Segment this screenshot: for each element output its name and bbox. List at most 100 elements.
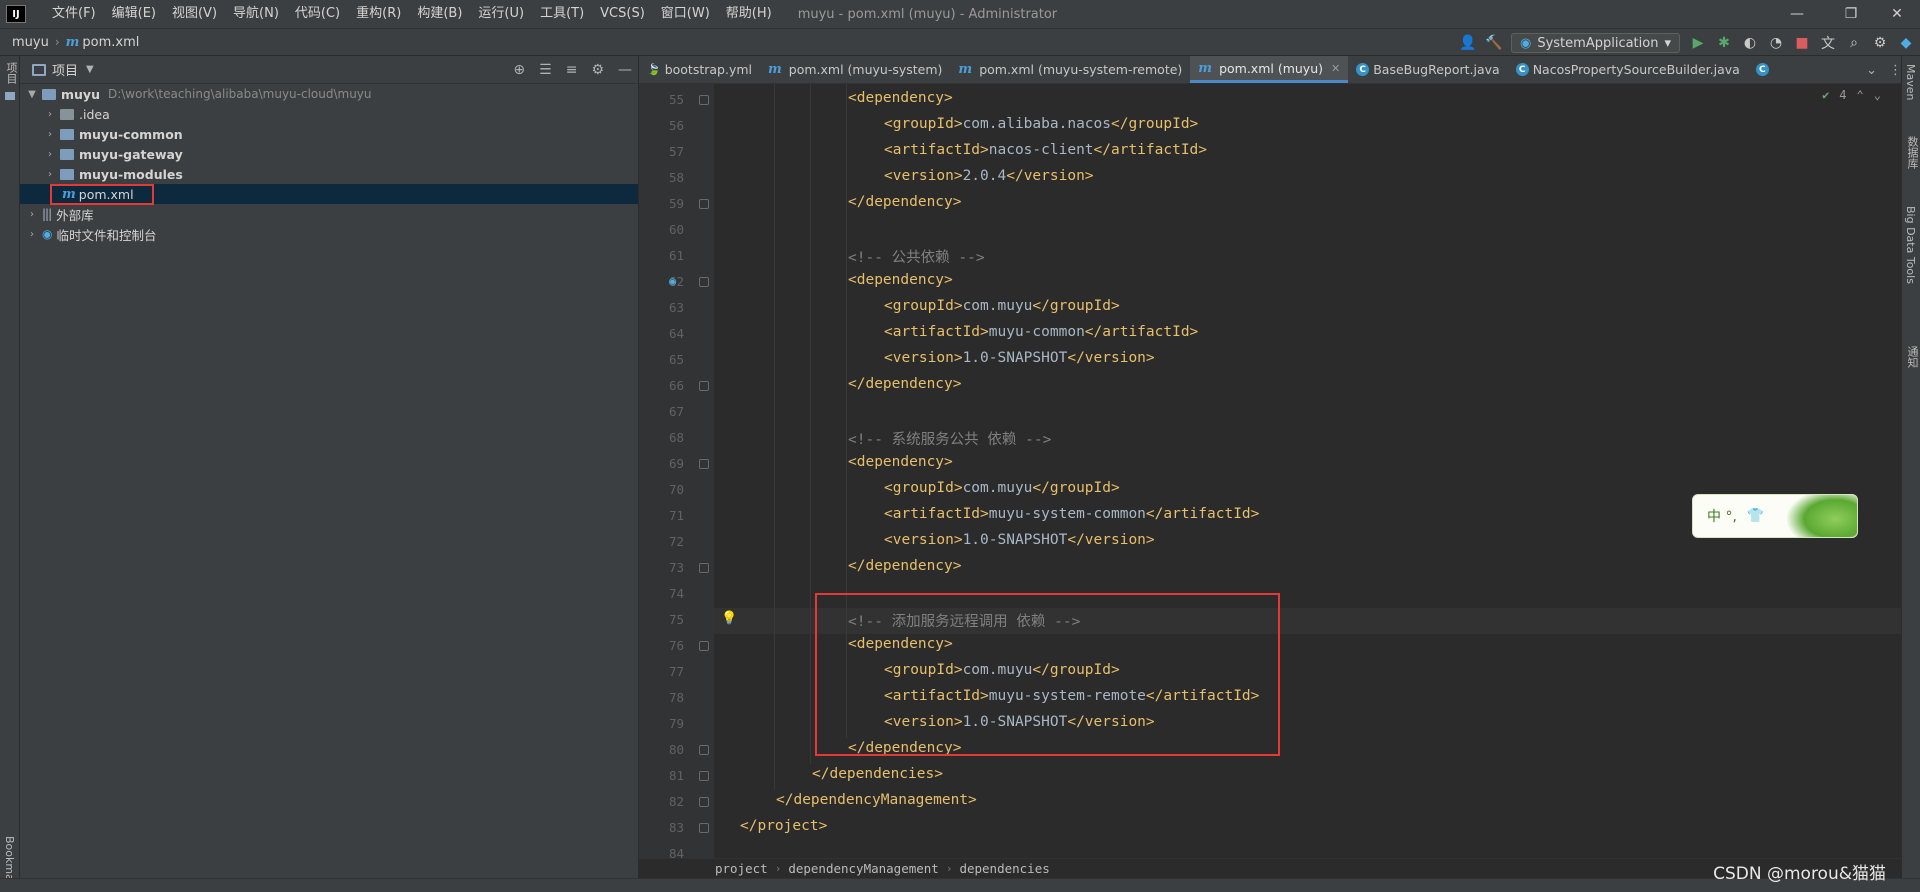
line-number[interactable]: 79 bbox=[639, 716, 684, 731]
intellij-logo-icon[interactable]: IJ bbox=[6, 5, 26, 23]
editor-gutter[interactable]: 55 56 57 58 59 60 61 62 ◉ 63 64 65 66 67 68 69 70 71 72 73 7… bbox=[639, 84, 714, 858]
translate-icon[interactable]: 文 bbox=[1820, 33, 1836, 53]
line-number[interactable]: 59 bbox=[639, 196, 684, 211]
line-number[interactable]: 55 bbox=[639, 92, 684, 107]
line-number[interactable]: 63 bbox=[639, 300, 684, 315]
run-configuration-select[interactable]: ◉ SystemApplication ▾ bbox=[1511, 33, 1680, 53]
code-line[interactable]: <dependency> bbox=[848, 454, 953, 470]
line-number[interactable]: 58 bbox=[639, 170, 684, 185]
chevron-up-icon[interactable]: ⌃ bbox=[1857, 88, 1864, 102]
breadcrumb-project[interactable]: project bbox=[715, 861, 768, 876]
notifications-tool-button[interactable]: 通知 bbox=[1904, 346, 1920, 368]
menu-item[interactable]: 工具(T) bbox=[532, 0, 592, 28]
line-number[interactable]: 69 bbox=[639, 456, 684, 471]
code-line[interactable]: <artifactId>muyu-system-common</artifact… bbox=[884, 506, 1259, 522]
code-line[interactable]: </dependency> bbox=[848, 376, 962, 392]
close-tab-icon[interactable]: ✕ bbox=[1331, 62, 1340, 75]
menu-item[interactable]: 编辑(E) bbox=[104, 0, 164, 28]
fold-marker-icon[interactable] bbox=[699, 797, 709, 807]
tab-basebugreport-java[interactable]: C BaseBugReport.java bbox=[1348, 56, 1507, 83]
user-icon[interactable]: 👤 bbox=[1459, 35, 1476, 51]
tab-overflow[interactable]: C bbox=[1748, 56, 1777, 83]
tab-bootstrap-yml[interactable]: 🍃 bootstrap.yml bbox=[639, 56, 760, 83]
fold-marker-icon[interactable] bbox=[699, 641, 709, 651]
code-line[interactable]: <!-- 系统服务公共 依赖 --> bbox=[848, 428, 1051, 449]
tree-item-scratches[interactable]: › ◉ 临时文件和控制台 bbox=[20, 224, 638, 244]
fold-marker-icon[interactable] bbox=[699, 823, 709, 833]
nav-file[interactable]: pom.xml bbox=[82, 35, 139, 50]
code-line[interactable]: <artifactId>muyu-common</artifactId> bbox=[884, 324, 1198, 340]
code-line[interactable]: <groupId>com.muyu</groupId> bbox=[884, 480, 1120, 496]
tab-pom-muyu-system-remote[interactable]: m pom.xml (muyu-system-remote) bbox=[950, 56, 1190, 83]
code-line[interactable]: <dependency> bbox=[848, 90, 953, 106]
code-line[interactable]: <!-- 公共依赖 --> bbox=[848, 246, 985, 267]
line-number[interactable]: 71 bbox=[639, 508, 684, 523]
line-number[interactable]: 67 bbox=[639, 404, 684, 419]
fold-marker-icon[interactable] bbox=[699, 95, 709, 105]
line-number[interactable]: 60 bbox=[639, 222, 684, 237]
tree-item-muyu-gateway[interactable]: › muyu-gateway bbox=[20, 144, 638, 164]
lightbulb-icon[interactable]: 💡 bbox=[721, 611, 737, 626]
line-number[interactable]: 57 bbox=[639, 144, 684, 159]
expand-all-icon[interactable]: ☰ bbox=[539, 62, 552, 78]
close-window-button[interactable]: ✕ bbox=[1874, 0, 1920, 28]
stop-icon[interactable]: ■ bbox=[1794, 35, 1810, 51]
collapsed-arrow-icon[interactable]: › bbox=[44, 129, 56, 140]
line-number[interactable]: 72 bbox=[639, 534, 684, 549]
menu-item[interactable]: 运行(U) bbox=[470, 0, 532, 28]
gear-icon[interactable]: ⚙ bbox=[591, 62, 604, 78]
line-number[interactable]: 73 bbox=[639, 560, 684, 575]
nav-project[interactable]: muyu bbox=[12, 35, 49, 50]
debug-icon[interactable]: ✱ bbox=[1716, 35, 1732, 51]
project-view-title[interactable]: 项目 bbox=[52, 60, 78, 79]
code-line[interactable]: <groupId>com.muyu</groupId> bbox=[884, 298, 1120, 314]
line-number[interactable]: 68 bbox=[639, 430, 684, 445]
code-line[interactable]: <artifactId>nacos-client</artifactId> bbox=[884, 142, 1207, 158]
line-number[interactable]: 61 bbox=[639, 248, 684, 263]
run-icon[interactable]: ▶ bbox=[1690, 35, 1706, 51]
tab-pom-muyu[interactable]: m pom.xml (muyu) ✕ bbox=[1190, 56, 1349, 83]
code-line[interactable]: <version>1.0-SNAPSHOT</version> bbox=[884, 350, 1155, 366]
line-number[interactable]: 66 bbox=[639, 378, 684, 393]
hide-panel-icon[interactable]: — bbox=[618, 62, 632, 78]
code-line[interactable]: <dependency> bbox=[848, 272, 953, 288]
menu-item[interactable]: 导航(N) bbox=[225, 0, 287, 28]
build-hammer-icon[interactable]: 🔨 bbox=[1485, 35, 1502, 51]
collapsed-arrow-icon[interactable]: › bbox=[44, 169, 56, 180]
menu-item[interactable]: VCS(S) bbox=[592, 0, 653, 28]
breadcrumb-dependencies[interactable]: dependencies bbox=[959, 861, 1049, 876]
tab-nacospropertysourcebuilder-java[interactable]: C NacosPropertySourceBuilder.java bbox=[1508, 56, 1748, 83]
line-number[interactable]: 82 bbox=[639, 794, 684, 809]
line-number[interactable]: 84 bbox=[639, 846, 684, 858]
line-number[interactable]: 56 bbox=[639, 118, 684, 133]
line-number[interactable]: 70 bbox=[639, 482, 684, 497]
menu-item[interactable]: 代码(C) bbox=[287, 0, 348, 28]
code-line[interactable]: <version>2.0.4</version> bbox=[884, 168, 1094, 184]
line-number[interactable]: 80 bbox=[639, 742, 684, 757]
line-number[interactable]: 83 bbox=[639, 820, 684, 835]
fold-marker-icon[interactable] bbox=[699, 381, 709, 391]
code-line[interactable]: </project> bbox=[740, 818, 827, 834]
line-number[interactable]: 81 bbox=[639, 768, 684, 783]
fold-marker-icon[interactable] bbox=[699, 771, 709, 781]
menu-item[interactable]: 帮助(H) bbox=[718, 0, 780, 28]
menu-item[interactable]: 窗口(W) bbox=[653, 0, 718, 28]
maven-tool-button[interactable]: Maven bbox=[1904, 64, 1917, 100]
inspection-widget[interactable]: ✔ 4 ⌃ ⌄ bbox=[1822, 88, 1881, 102]
fold-marker-icon[interactable] bbox=[699, 745, 709, 755]
menu-item[interactable]: 重构(R) bbox=[348, 0, 409, 28]
locate-file-icon[interactable]: ⊕ bbox=[513, 62, 525, 78]
settings-gear-icon[interactable]: ⚙ bbox=[1872, 35, 1888, 51]
code-line[interactable]: <groupId>com.alibaba.nacos</groupId> bbox=[884, 116, 1198, 132]
jetbrains-toolbox-icon[interactable]: ◆ bbox=[1898, 35, 1914, 51]
line-number[interactable]: 76 bbox=[639, 638, 684, 653]
fold-marker-icon[interactable] bbox=[699, 459, 709, 469]
collapsed-arrow-icon[interactable]: › bbox=[44, 109, 56, 120]
line-number[interactable]: 77 bbox=[639, 664, 684, 679]
maven-dependency-icon[interactable]: ◉ bbox=[669, 274, 676, 288]
project-tool-button[interactable]: 项目 bbox=[3, 62, 19, 84]
menu-item[interactable]: 文件(F) bbox=[44, 0, 104, 28]
tree-item-idea[interactable]: › .idea bbox=[20, 104, 638, 124]
collapsed-arrow-icon[interactable]: › bbox=[26, 209, 38, 220]
tab-pom-muyu-system[interactable]: m pom.xml (muyu-system) bbox=[760, 56, 950, 83]
